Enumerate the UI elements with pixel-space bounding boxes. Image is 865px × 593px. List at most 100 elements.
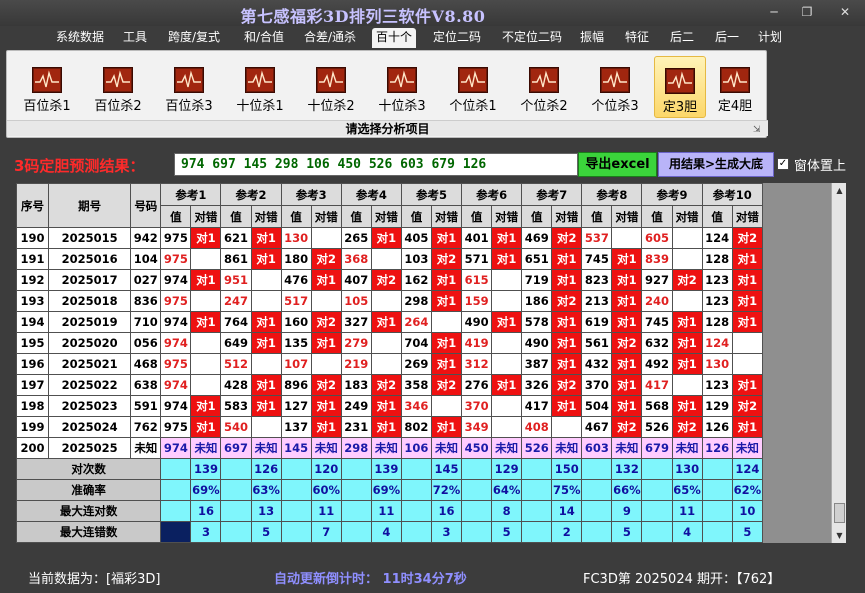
stat-pad — [160, 479, 192, 501]
stat-value: 64% — [491, 479, 523, 501]
ribbon-button-6[interactable]: 个位杀1 — [443, 56, 503, 118]
cell-mark — [671, 374, 703, 396]
table-row[interactable]: 194 2025019 710 974 对1 764 对1 160 对2 327 对1 264 490 对… — [16, 311, 764, 333]
table-row[interactable]: 190 2025015 942 975 对1 621 对1 130 265 对1 405 对1 401 对… — [16, 227, 764, 249]
stat-value: 139 — [190, 458, 222, 480]
col-seq-header[interactable]: 序号 — [16, 183, 50, 228]
col-ref-header[interactable]: 参考7 — [521, 183, 583, 206]
result-field[interactable]: 974 697 145 298 106 450 526 603 679 126 — [174, 153, 578, 176]
col-ref-header[interactable]: 参考4 — [340, 183, 402, 206]
cell-mark — [731, 353, 764, 375]
close-icon[interactable]: ✕ — [834, 4, 856, 20]
cell-value: 704 — [400, 332, 432, 354]
table-row[interactable]: 192 2025017 027 974 对1 951 476 对1 407 对2 162 对1 615 7… — [16, 269, 764, 291]
cell-value: 975 — [160, 353, 192, 375]
col-ref-header[interactable]: 参考6 — [461, 183, 523, 206]
ribbon-button-10[interactable]: 定4胆 — [705, 56, 765, 118]
cell-code: 027 — [130, 269, 162, 291]
menu-item-11[interactable]: 后一 — [710, 28, 744, 48]
ribbon-button-4[interactable]: 十位杀2 — [301, 56, 361, 118]
col-ref-header[interactable]: 参考1 — [160, 183, 222, 206]
cell-value: 679 — [641, 437, 673, 459]
cell-period: 2025024 — [48, 416, 132, 438]
vertical-scrollbar[interactable]: ▲ ▼ — [831, 183, 846, 543]
cell-seq: 195 — [16, 332, 50, 354]
export-excel-button[interactable]: 导出excel — [578, 152, 657, 177]
cell-value: 745 — [581, 248, 613, 270]
ribbon-button-9[interactable]: 定3胆 — [654, 56, 706, 118]
stat-value: 3 — [190, 521, 222, 543]
col-ref-header[interactable]: 参考10 — [701, 183, 764, 206]
scroll-thumb[interactable] — [834, 503, 845, 523]
ribbon-expand-icon[interactable]: ⇲ — [753, 125, 763, 135]
cell-mark: 对2 — [551, 374, 583, 396]
cell-value: 126 — [701, 437, 733, 459]
ribbon-button-2[interactable]: 百位杀3 — [159, 56, 219, 118]
cell-value: 651 — [521, 248, 553, 270]
table-row[interactable]: 195 2025020 056 974 649 对1 135 对1 279 704 对1 419 490… — [16, 332, 764, 354]
col-period-header[interactable]: 期号 — [48, 183, 132, 228]
menu-item-9[interactable]: 特征 — [621, 28, 653, 48]
cell-value: 279 — [340, 332, 372, 354]
ontop-checkbox[interactable]: ✓ — [777, 158, 789, 170]
col-ref-header[interactable]: 参考3 — [280, 183, 342, 206]
cell-value: 370 — [581, 374, 613, 396]
ribbon-button-1[interactable]: 百位杀2 — [88, 56, 148, 118]
cell-value: 417 — [521, 395, 553, 417]
menu-item-0[interactable]: 系统数据 — [54, 28, 106, 48]
menu-item-4[interactable]: 合差/通杀 — [300, 28, 360, 48]
ribbon-button-8[interactable]: 个位杀3 — [585, 56, 645, 118]
restore-icon[interactable]: ❐ — [796, 4, 818, 20]
menu-item-6[interactable]: 定位二码 — [429, 28, 485, 48]
table-row[interactable]: 199 2025024 762 975 对1 540 137 对1 231 对1 802 对1 349 4… — [16, 416, 764, 438]
stat-pad — [400, 479, 432, 501]
cell-period: 2025016 — [48, 248, 132, 270]
menu-item-2[interactable]: 跨度/复式 — [164, 28, 224, 48]
table-row[interactable]: 193 2025018 836 975 247 517 105 298 对1 159 186 对2 21… — [16, 290, 764, 312]
stat-label: 准确率 — [16, 479, 162, 501]
col-mark-header: 对错 — [491, 205, 523, 228]
menu-item-5[interactable]: 百十个 — [372, 28, 416, 48]
menu-item-12[interactable]: 计划 — [755, 28, 785, 48]
future-row[interactable]: 200 2025025 未知 974 未知 697 未知 145 未知 298 未知 106 未知 450… — [16, 437, 764, 459]
menu-item-10[interactable]: 后二 — [665, 28, 699, 48]
stat-value: 11 — [370, 500, 402, 522]
menu-item-8[interactable]: 振幅 — [577, 28, 607, 48]
stat-value: 5 — [611, 521, 643, 543]
menu-item-3[interactable]: 和/合值 — [238, 28, 290, 48]
col-value-header: 值 — [160, 205, 192, 228]
cell-value: 476 — [280, 269, 312, 291]
table-row[interactable]: 197 2025022 638 974 428 对1 896 对2 183 对2 358 对2 276 对… — [16, 374, 764, 396]
table-row[interactable]: 198 2025023 591 974 对1 583 对1 127 对1 249 对1 346 370 4… — [16, 395, 764, 417]
generate-base-button[interactable]: 用结果>生成大底 — [658, 152, 774, 177]
result-label: 3码定胆预测结果： — [14, 157, 145, 175]
col-code-header[interactable]: 号码 — [130, 183, 162, 228]
cell-value: 358 — [400, 374, 432, 396]
cell-value: 401 — [461, 227, 493, 249]
ribbon-button-0[interactable]: 百位杀1 — [17, 56, 77, 118]
stat-pad — [581, 500, 613, 522]
cell-value: 419 — [461, 332, 493, 354]
cell-mark — [370, 332, 402, 354]
cell-mark: 对1 — [731, 374, 764, 396]
cell-value: 128 — [701, 248, 733, 270]
col-ref-header[interactable]: 参考8 — [581, 183, 643, 206]
menu-item-7[interactable]: 不定位二码 — [496, 28, 568, 48]
ribbon-button-5[interactable]: 十位杀3 — [372, 56, 432, 118]
ribbon-button-7[interactable]: 个位杀2 — [514, 56, 574, 118]
table-row[interactable]: 191 2025016 104 975 861 对1 180 对2 368 103 对2 571 对1 6… — [16, 248, 764, 270]
cell-value: 974 — [160, 395, 192, 417]
col-ref-header[interactable]: 参考9 — [641, 183, 703, 206]
minimize-icon[interactable]: ─ — [763, 4, 785, 20]
menu-item-1[interactable]: 工具 — [120, 28, 150, 48]
cell-mark: 对1 — [551, 269, 583, 291]
table-row[interactable]: 196 2025021 468 975 512 107 219 269 对1 312 387 对1 43… — [16, 353, 764, 375]
cell-mark — [190, 290, 222, 312]
cell-value: 649 — [220, 332, 252, 354]
scroll-up-icon[interactable]: ▲ — [832, 183, 847, 198]
col-ref-header[interactable]: 参考5 — [400, 183, 463, 206]
scroll-down-icon[interactable]: ▼ — [832, 528, 847, 543]
col-ref-header[interactable]: 参考2 — [220, 183, 282, 206]
ribbon-button-3[interactable]: 十位杀1 — [230, 56, 290, 118]
stat-pad — [641, 521, 673, 543]
